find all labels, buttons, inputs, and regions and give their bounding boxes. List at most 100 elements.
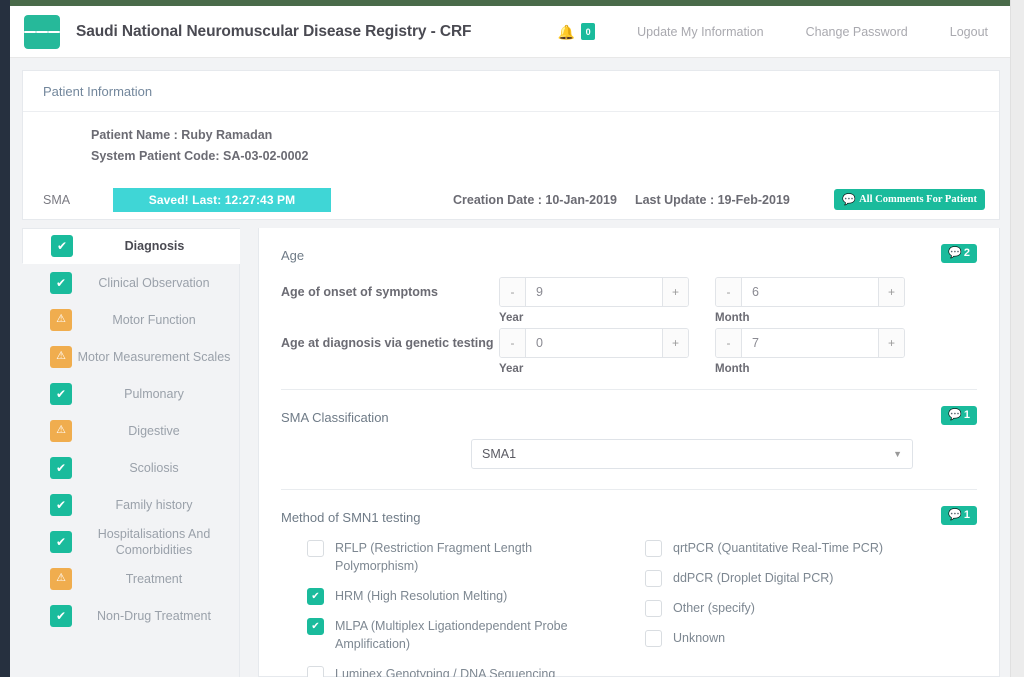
unit-label: Year (499, 363, 524, 375)
checkbox[interactable] (307, 666, 324, 677)
all-comments-for-patient-button[interactable]: 💬 All Comments For Patient (834, 189, 985, 210)
sidebar-item-clinical-observation[interactable]: ✔ Clinical Observation (22, 264, 240, 301)
comment-count: 2 (963, 247, 970, 259)
nav-logout[interactable]: Logout (950, 25, 988, 39)
smn1-comments-badge[interactable]: 💬 1 (941, 506, 977, 525)
check-icon: ✔ (50, 604, 72, 627)
smn1-options-left-column: RFLP (Restriction Fragment Length Polymo… (281, 539, 629, 677)
age-onset-year-stepper[interactable]: - 9 + (499, 277, 689, 307)
saved-status-badge: Saved! Last: 12:27:43 PM (113, 187, 331, 212)
sidebar-item-hospitalisations-and-comorbidities[interactable]: ✔ Hospitalisations And Comorbidities (22, 523, 240, 560)
comment-icon: 💬 (948, 509, 962, 521)
smn1-testing-section: 💬 1 Method of SMN1 testing RFLP (Restric… (259, 490, 999, 677)
checkbox-row-hrm[interactable]: ✔ HRM (High Resolution Melting) (307, 587, 629, 605)
checkbox[interactable] (307, 540, 324, 557)
selected-value: SMA1 (482, 447, 517, 461)
nav-update-my-information[interactable]: Update My Information (637, 25, 763, 39)
comment-icon: 💬 (842, 194, 857, 206)
age-diagnosis-month-value[interactable]: 7 (742, 329, 878, 357)
app-root: Saudi National Neuromuscular Disease Reg… (0, 0, 1024, 677)
decrement-button[interactable]: - (716, 278, 742, 306)
hamburger-icon[interactable] (24, 14, 60, 49)
checkbox[interactable] (645, 630, 662, 647)
checkbox-row-unknown[interactable]: Unknown (645, 629, 977, 647)
sidebar-item-digestive[interactable]: ⚠ Digestive (22, 412, 240, 449)
hamburger-bar (36, 30, 48, 33)
checkbox-row-mlpa[interactable]: ✔ MLPA (Multiplex Ligationdependent Prob… (307, 617, 629, 653)
sidebar-item-motor-function[interactable]: ⚠ Motor Function (22, 301, 240, 338)
warning-icon: ⚠ (50, 419, 72, 442)
sidebar-item-label: Motor Function (112, 312, 196, 327)
checkbox-row-luminex[interactable]: Luminex Genotyping / DNA Sequencing (307, 665, 629, 677)
decrement-button[interactable]: - (500, 278, 526, 306)
checkbox[interactable] (645, 540, 662, 557)
decrement-button[interactable]: - (716, 329, 742, 357)
notification-badge: 0 (581, 23, 596, 40)
patient-name: Patient Name : Ruby Ramadan (91, 128, 273, 142)
form-status-bar: SMA Saved! Last: 12:27:43 PM Creation Da… (22, 180, 1000, 220)
unit-label: Month (715, 312, 750, 324)
sidebar-item-motor-measurement-scales[interactable]: ⚠ Motor Measurement Scales (22, 338, 240, 375)
checkbox-label: Other (specify) (673, 601, 755, 615)
checkbox-row-ddpcr[interactable]: ddPCR (Droplet Digital PCR) (645, 569, 977, 587)
age-section-title: Age (281, 248, 305, 263)
checkbox-row-other[interactable]: Other (specify) (645, 599, 977, 617)
sidebar-item-label: Family history (115, 497, 193, 512)
sidebar-item-scoliosis[interactable]: ✔ Scoliosis (22, 449, 240, 486)
checkbox-label: HRM (High Resolution Melting) (335, 589, 508, 603)
page-title: Saudi National Neuromuscular Disease Reg… (76, 22, 472, 40)
unit-label: Month (715, 363, 750, 375)
hamburger-bar (48, 30, 60, 33)
section-sidebar: ✔ Diagnosis ✔ Clinical Observation ⚠ Mot… (22, 228, 240, 677)
patient-information-title: Patient Information (23, 71, 999, 112)
age-diagnosis-year-value[interactable]: 0 (526, 329, 662, 357)
comment-icon: 💬 (948, 247, 962, 259)
checkbox[interactable] (645, 570, 662, 587)
age-onset-year-value[interactable]: 9 (526, 278, 662, 306)
warning-icon: ⚠ (50, 345, 72, 368)
checkbox-row-rflp[interactable]: RFLP (Restriction Fragment Length Polymo… (307, 539, 629, 575)
age-comments-badge[interactable]: 💬 2 (941, 244, 977, 263)
age-diagnosis-month-group: - 7 + Month (715, 328, 905, 375)
increment-button[interactable]: + (878, 278, 904, 306)
sidebar-item-non-drug-treatment[interactable]: ✔ Non-Drug Treatment (22, 597, 240, 634)
chevron-down-icon: ▼ (893, 449, 902, 459)
sidebar-item-label: Scoliosis (129, 460, 179, 475)
sidebar-item-pulmonary[interactable]: ✔ Pulmonary (22, 375, 240, 412)
page-scrollbar[interactable] (1010, 0, 1024, 677)
increment-button[interactable]: + (878, 329, 904, 357)
checkbox-label: ddPCR (Droplet Digital PCR) (673, 571, 834, 585)
notifications-button[interactable]: 🔔 0 (558, 23, 596, 40)
checkbox[interactable]: ✔ (307, 588, 324, 605)
checkbox[interactable]: ✔ (307, 618, 324, 635)
sidebar-item-label: Digestive (128, 423, 180, 438)
patient-information-card: Patient Information Patient Name : Ruby … (22, 70, 1000, 182)
sidebar-item-treatment[interactable]: ⚠ Treatment (22, 560, 240, 597)
smn1-options-grid: RFLP (Restriction Fragment Length Polymo… (281, 539, 977, 677)
checkbox-row-qrtpcr[interactable]: qrtPCR (Quantitative Real-Time PCR) (645, 539, 977, 557)
age-section: 💬 2 Age Age of onset of symptoms - 9 + Y… (259, 228, 999, 375)
nav-change-password[interactable]: Change Password (806, 25, 908, 39)
sma-classification-select[interactable]: SMA1 ▼ (471, 439, 913, 469)
check-icon: ✔ (50, 530, 72, 553)
sidebar-item-diagnosis[interactable]: ✔ Diagnosis (22, 228, 240, 264)
checkbox-label: Unknown (673, 631, 726, 645)
sidebar-item-label: Diagnosis (124, 239, 185, 253)
app-header: Saudi National Neuromuscular Disease Reg… (10, 6, 1010, 58)
classification-comments-badge[interactable]: 💬 1 (941, 406, 977, 425)
smn1-testing-title: Method of SMN1 testing (281, 510, 421, 525)
checkbox[interactable] (645, 600, 662, 617)
check-icon: ✔ (50, 271, 72, 294)
decrement-button[interactable]: - (500, 329, 526, 357)
sidebar-item-family-history[interactable]: ✔ Family history (22, 486, 240, 523)
last-update-date: Last Update : 19-Feb-2019 (634, 192, 790, 207)
increment-button[interactable]: + (662, 278, 688, 306)
age-diagnosis-month-stepper[interactable]: - 7 + (715, 328, 905, 358)
age-diagnosis-year-stepper[interactable]: - 0 + (499, 328, 689, 358)
age-onset-month-stepper[interactable]: - 6 + (715, 277, 905, 307)
age-onset-month-value[interactable]: 6 (742, 278, 878, 306)
check-icon: ✔ (51, 235, 73, 257)
increment-button[interactable]: + (662, 329, 688, 357)
sidebar-divider (239, 264, 240, 677)
check-icon: ✔ (50, 456, 72, 479)
